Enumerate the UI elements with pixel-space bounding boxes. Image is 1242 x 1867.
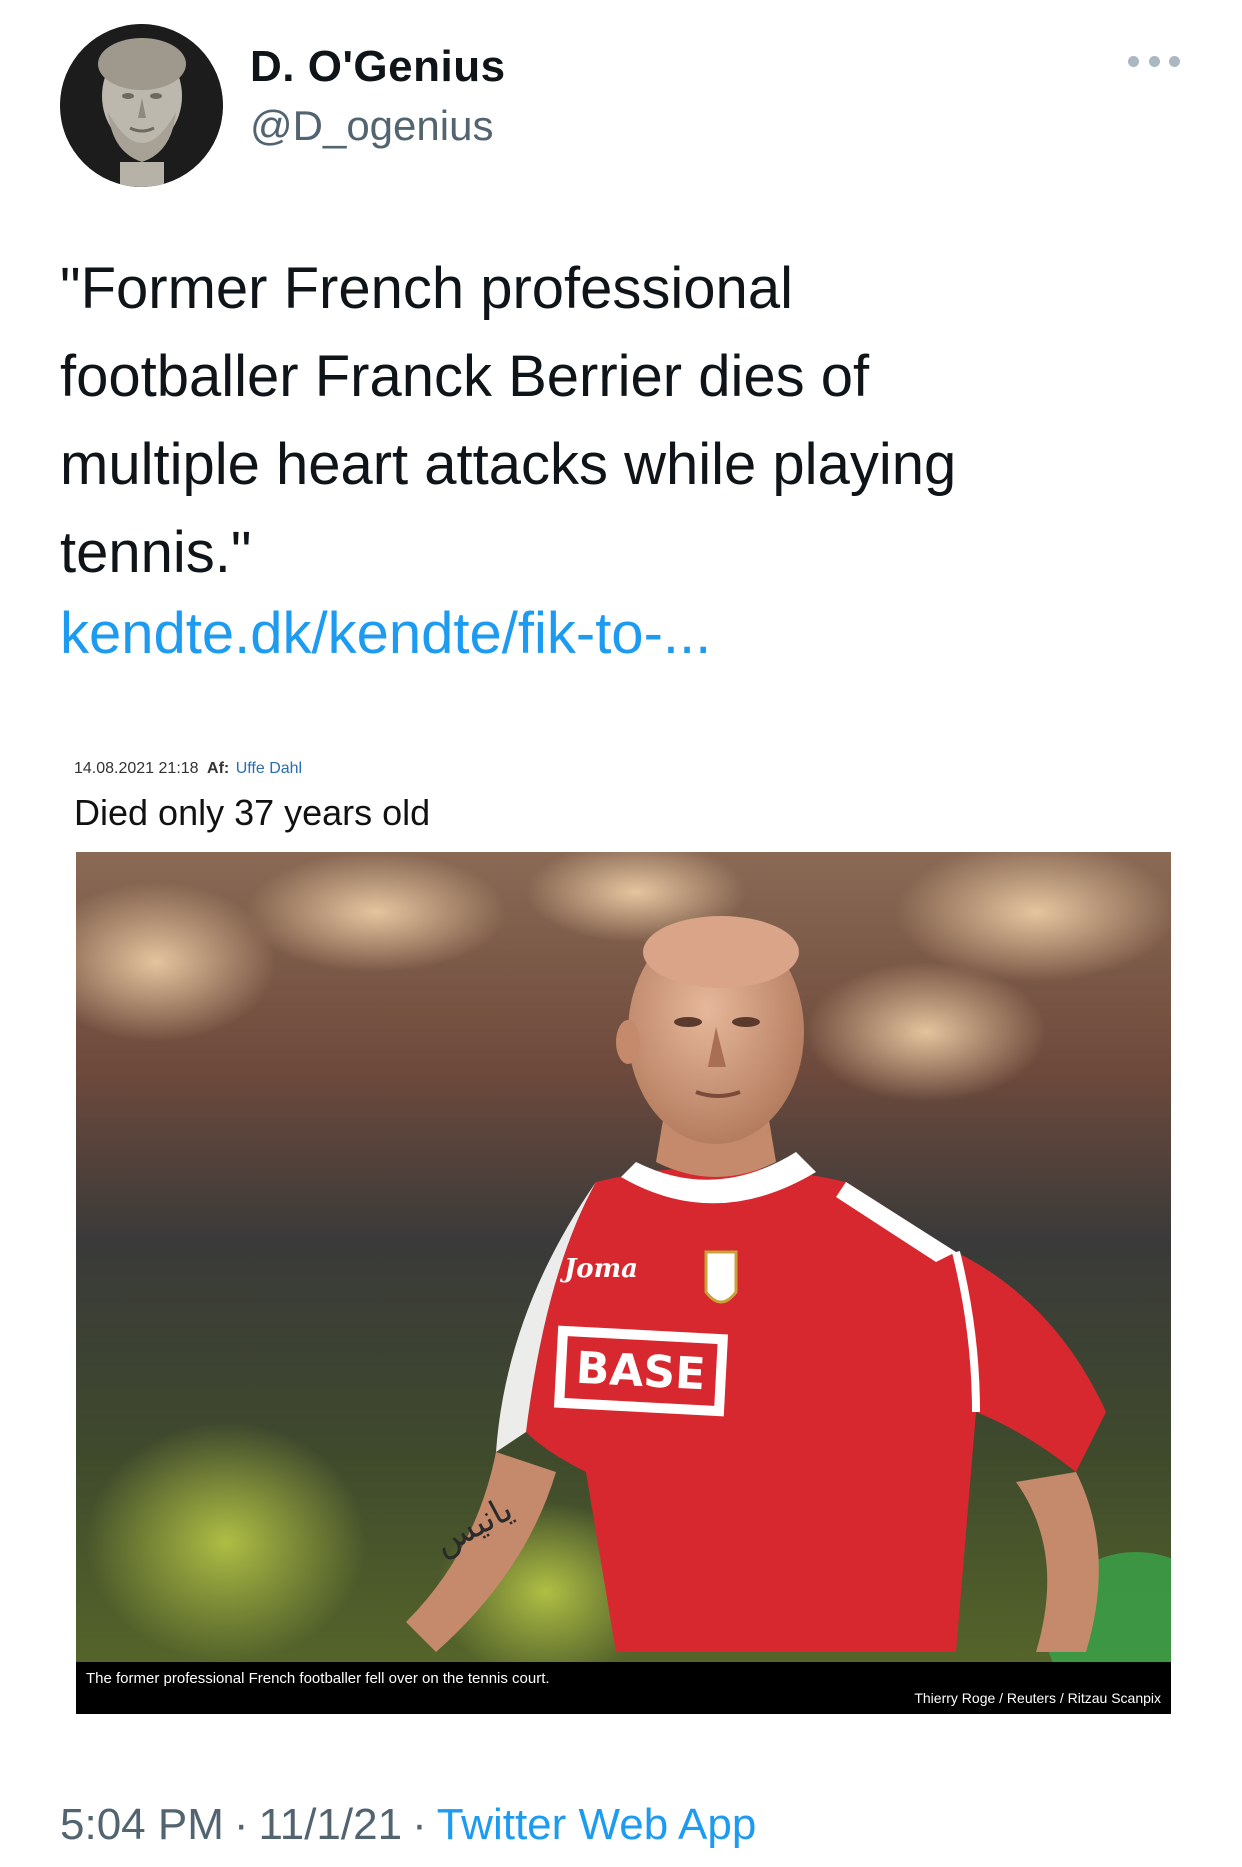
separator: · [412, 1800, 427, 1849]
tweet-footer: 5:04 PM · 11/1/21 · Twitter Web App [60, 1800, 756, 1850]
tweet-text: "Former French professional footballer F… [60, 256, 957, 585]
jersey-brand: Joma [559, 1254, 638, 1284]
photo-caption-bar: The former professional French footballe… [76, 1662, 1171, 1714]
tweet-source[interactable]: Twitter Web App [437, 1800, 757, 1849]
article-author-label: Af: [207, 760, 230, 777]
tweet-link[interactable]: kendte.dk/kendte/fik-to-... [60, 600, 711, 667]
jersey-sponsor: BASE [575, 1343, 707, 1401]
bust-sculpture-avatar-icon [60, 24, 223, 187]
author-display-name[interactable]: D. O'Genius [250, 42, 506, 92]
article-meta: 14.08.2021 21:18 Af: Uffe Dahl [74, 760, 302, 778]
club-crest-icon [704, 1250, 738, 1304]
tweet-date[interactable]: 11/1/21 [259, 1800, 403, 1849]
article-photo: يانيس Joma BASE The former professional … [76, 852, 1171, 1714]
article-author: Uffe Dahl [235, 760, 303, 777]
photo-caption: The former professional French footballe… [86, 1670, 550, 1687]
author-handle[interactable]: @D_ogenius [250, 102, 493, 150]
article-date: 14.08.2021 21:18 [74, 760, 199, 777]
footballer-photo: يانيس Joma BASE [76, 852, 1171, 1714]
photo-credit: Thierry Roge / Reuters / Ritzau Scanpix [914, 1690, 1161, 1706]
tweet-time[interactable]: 5:04 PM [60, 1800, 224, 1849]
more-options-icon[interactable] [1128, 48, 1180, 74]
article-headline: Died only 37 years old [74, 792, 431, 833]
author-avatar[interactable] [60, 24, 223, 187]
separator: · [233, 1800, 249, 1849]
article-image[interactable]: 14.08.2021 21:18 Af: Uffe Dahl Died only… [62, 740, 1171, 1720]
